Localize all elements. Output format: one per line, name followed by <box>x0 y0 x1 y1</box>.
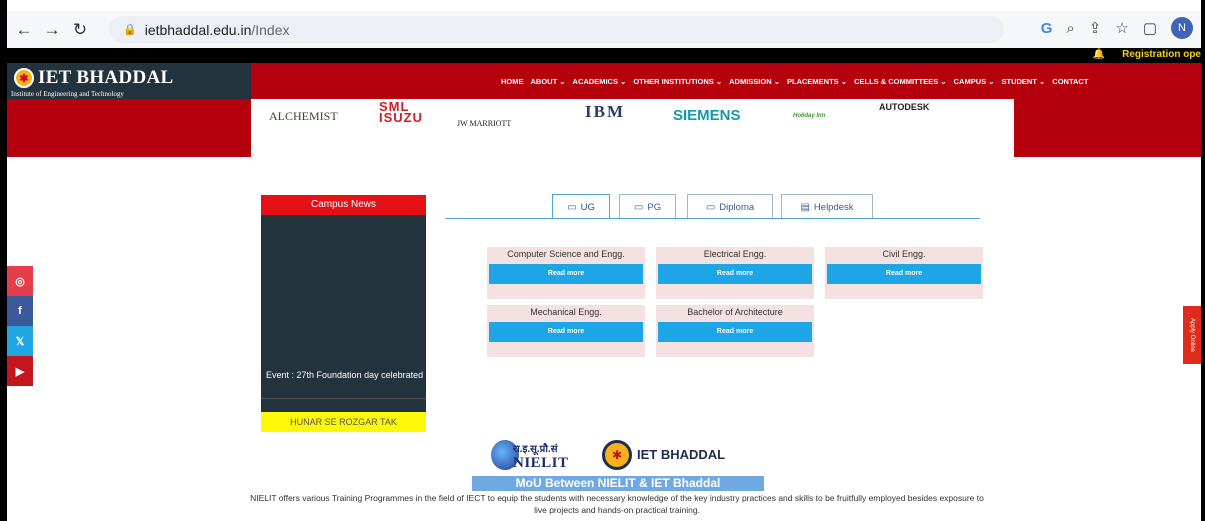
tab-helpdesk-label: Helpdesk <box>813 201 854 213</box>
course-title: Bachelor of Architecture <box>687 307 783 317</box>
iet-emblem-icon: ✱ <box>602 440 632 470</box>
main-menu: HOME ABOUT ⌄ ACADEMICS ⌄ OTHER INSTITUTI… <box>501 63 1201 99</box>
profile-avatar[interactable]: N <box>1171 17 1193 39</box>
menu-other-institutions[interactable]: OTHER INSTITUTIONS ⌄ <box>633 77 722 86</box>
x-icon[interactable]: 𝕏 <box>7 326 33 356</box>
browser-actions: G ⌕ ⇪ ☆ ▢ N <box>1041 17 1193 39</box>
share-icon[interactable]: ⇪ <box>1089 19 1102 37</box>
tabs-underline <box>445 218 980 219</box>
menu-contact[interactable]: CONTACT <box>1052 77 1088 86</box>
tab-ug[interactable]: ▭ UG <box>552 194 610 219</box>
course-title: Mechanical Engg. <box>530 307 602 317</box>
news-item[interactable]: Event : 27th Foundation day celebrated <box>266 369 423 381</box>
nielit-name: NIELIT <box>513 455 569 471</box>
site-header: ✱ IET BHADDAL Institute of Engineering a… <box>7 63 1201 99</box>
brand-holiday-inn: Holiday Inn <box>793 113 826 119</box>
side-panel-icon[interactable]: ▢ <box>1143 19 1157 37</box>
back-icon[interactable]: ← <box>13 19 35 41</box>
youtube-icon[interactable]: ▶ <box>7 356 33 386</box>
tab-ug-icon: ▭ <box>567 201 577 213</box>
reload-icon[interactable]: ↻ <box>69 19 91 41</box>
menu-placements[interactable]: PLACEMENTS ⌄ <box>787 77 847 86</box>
forward-icon[interactable]: → <box>41 19 63 41</box>
facebook-icon[interactable]: f <box>7 296 33 326</box>
registration-ticker[interactable]: Registration ope <box>1122 49 1201 60</box>
mou-title: MoU Between NIELIT & IET Bhaddal <box>472 476 764 491</box>
menu-home[interactable]: HOME <box>501 77 524 86</box>
course-title: Computer Science and Engg. <box>507 249 625 259</box>
url-input[interactable]: 🔒 ietbhaddal.edu.in /Index <box>109 16 1004 43</box>
address-bar-row: ← → ↻ 🔒 ietbhaddal.edu.in /Index G ⌕ ⇪ ☆… <box>7 11 1201 48</box>
lock-icon[interactable]: 🔒 <box>123 23 137 36</box>
brand-autodesk: AUTODESK <box>879 102 930 112</box>
read-more-button[interactable]: Read more <box>827 264 981 284</box>
course-title: Civil Engg. <box>882 249 926 259</box>
hunar-se-rozgar-banner[interactable]: HUNAR SE ROZGAR TAK <box>261 412 426 432</box>
menu-student[interactable]: STUDENT ⌄ <box>1001 77 1045 86</box>
menu-about[interactable]: ABOUT ⌄ <box>531 77 566 86</box>
announcement-strip: 🔔 Registration ope <box>7 48 1201 63</box>
instagram-icon[interactable]: ◎ <box>7 266 33 296</box>
read-more-button[interactable]: Read more <box>658 264 812 284</box>
tab-ug-label: UG <box>580 201 595 213</box>
iet-name: IET BHADDAL <box>637 447 726 462</box>
brand-siemens: SIEMENS <box>673 107 741 124</box>
nielit-hindi-name: रा.इ.सू.प्रौ.सं <box>513 444 558 455</box>
bell-icon: 🔔 <box>1092 49 1105 60</box>
bookmark-star-icon[interactable]: ☆ <box>1115 19 1128 37</box>
course-card: Mechanical Engg. Read more <box>487 305 645 357</box>
read-more-button[interactable]: Read more <box>658 322 812 342</box>
read-more-button[interactable]: Read more <box>489 322 643 342</box>
mou-description: NIELIT offers various Training Programme… <box>250 493 984 515</box>
browser-window: ← → ↻ 🔒 ietbhaddal.edu.in /Index G ⌕ ⇪ ☆… <box>0 0 1205 521</box>
url-path: /Index <box>251 21 290 38</box>
campus-news-header: Campus News <box>261 195 426 215</box>
site-logo[interactable]: ✱ IET BHADDAL Institute of Engineering a… <box>7 63 251 99</box>
tab-diploma-label: Diploma <box>719 201 755 213</box>
tab-pg-label: PG <box>647 201 662 213</box>
tab-pg[interactable]: ▭ PG <box>619 194 676 219</box>
campus-news-footer <box>261 398 426 412</box>
brand-alchemist: ALCHEMIST <box>269 109 338 123</box>
tab-diploma-icon: ▭ <box>705 201 716 213</box>
tab-pg-icon: ▭ <box>633 201 644 213</box>
tab-diploma[interactable]: ▭ Diploma <box>687 194 773 219</box>
apply-online-tab[interactable]: Apply Online <box>1183 306 1201 364</box>
read-more-button[interactable]: Read more <box>489 264 643 284</box>
logo-emblem-icon: ✱ <box>14 68 34 88</box>
tab-helpdesk-icon: ▤ <box>800 201 810 213</box>
menu-admission[interactable]: ADMISSION ⌄ <box>729 77 780 86</box>
course-card: Electrical Engg. Read more <box>656 247 814 299</box>
menu-cells-committees[interactable]: CELLS & COMMITTEES ⌄ <box>854 77 947 86</box>
course-card: Civil Engg. Read more <box>825 247 983 299</box>
brand-sml-isuzu: SML ISUZU <box>379 99 423 125</box>
campus-news-scroller[interactable]: Event : 27th Foundation day celebrated <box>261 215 426 398</box>
course-card: Bachelor of Architecture Read more <box>656 305 814 357</box>
logo-subtitle: Institute of Engineering and Technology <box>11 90 124 98</box>
brand-ibm: IBM <box>585 102 625 121</box>
web-page: 🔔 Registration ope ✱ IET BHADDAL Institu… <box>7 48 1201 521</box>
zoom-icon[interactable]: ⌕ <box>1066 20 1074 37</box>
menu-academics[interactable]: ACADEMICS ⌄ <box>573 77 627 86</box>
google-lens-icon[interactable]: G <box>1041 20 1053 37</box>
recruiters-carousel: ALCHEMIST SML ISUZU JW MARRIOTT IBM SIEM… <box>251 99 1014 158</box>
campus-news-panel: Campus News Event : 27th Foundation day … <box>261 195 426 428</box>
url-domain: ietbhaddal.edu.in <box>144 21 252 38</box>
course-title: Electrical Engg. <box>703 249 767 259</box>
tab-strip <box>7 0 1201 11</box>
course-card: Computer Science and Engg. Read more <box>487 247 645 299</box>
mou-logos: रा.इ.सू.प्रौ.सं NIELIT ✱ IET BHADDAL <box>491 440 761 476</box>
logo-title: IET BHADDAL <box>38 67 174 88</box>
menu-campus[interactable]: CAMPUS ⌄ <box>954 77 995 86</box>
tab-helpdesk[interactable]: ▤ Helpdesk <box>781 194 873 219</box>
brand-jw-marriott: JW MARRIOTT <box>457 119 512 128</box>
